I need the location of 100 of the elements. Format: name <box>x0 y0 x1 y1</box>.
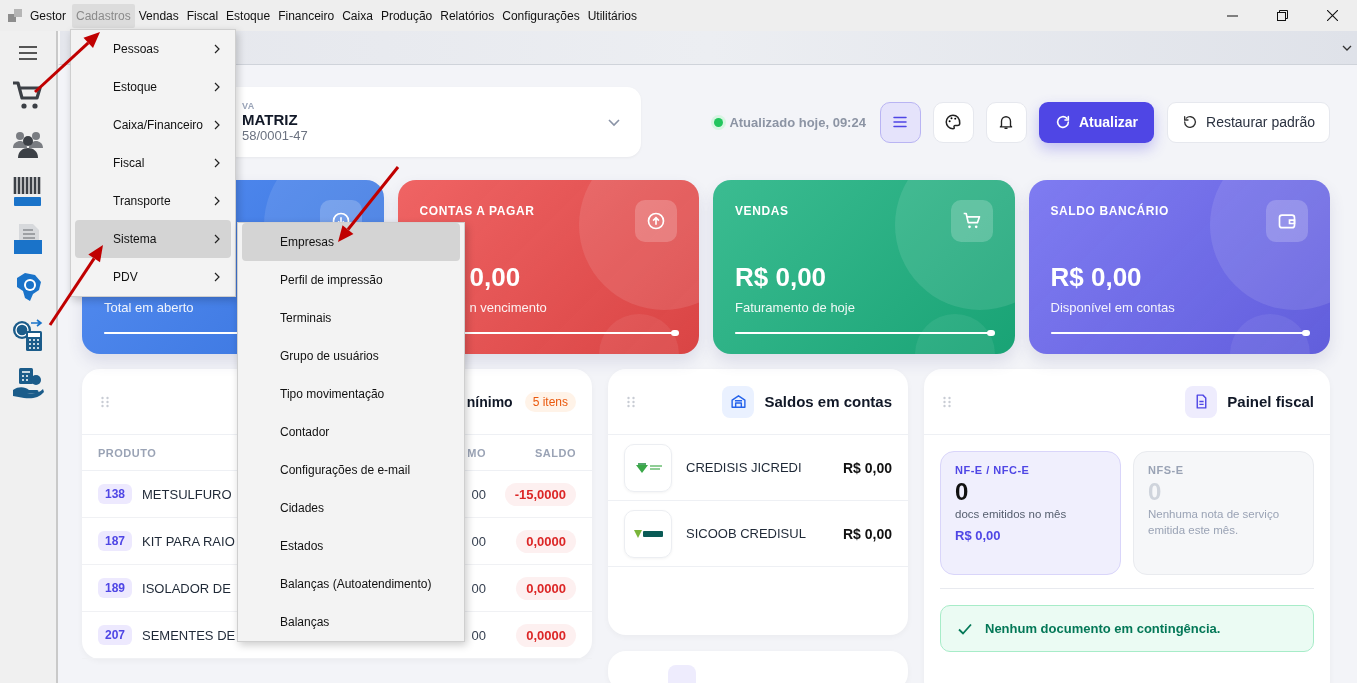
menu-item[interactable]: Perfil de impressão <box>242 261 460 299</box>
undo-icon <box>1182 114 1199 130</box>
product-name: SEMENTES DE <box>142 627 236 643</box>
product-name: KIT PARA RAIO <box>142 533 235 549</box>
update-status: Atualizado hoje, 09:24 <box>729 114 866 130</box>
account-name: SICOOB CREDISUL <box>686 526 807 541</box>
chevron-right-icon <box>213 82 221 92</box>
annotation-arrow <box>34 32 100 94</box>
hand-calculator-icon[interactable] <box>11 366 45 400</box>
product-name: ISOLADOR DE <box>142 580 231 596</box>
menu-item[interactable]: Fiscal <box>182 3 223 28</box>
refresh-icon <box>1054 114 1071 130</box>
account-name: CREDISIS JICREDI <box>686 460 803 475</box>
menu-item[interactable]: Configurações <box>498 3 584 28</box>
menu-item[interactable]: Empresas <box>242 223 460 261</box>
reset-button[interactable]: Restaurar padrão <box>1167 101 1330 143</box>
app-logo-icon <box>8 7 24 24</box>
chevron-right-icon <box>213 234 221 244</box>
menu-item[interactable]: Balanças <box>242 603 460 641</box>
count-badge: 5 itens <box>524 391 576 412</box>
menu-item[interactable]: Utilitários <box>583 3 641 28</box>
minimum-value: 00 <box>471 580 486 596</box>
tile-caption: Nenhuma nota de serviço emitida este mês. <box>1148 507 1281 538</box>
tile-caption: docs emitidos no mês <box>955 507 1068 522</box>
menu-item[interactable]: Estoque <box>222 3 275 28</box>
bell-button[interactable] <box>985 101 1027 143</box>
minimum-value: 00 <box>471 627 486 643</box>
balance-value: 0,0000 <box>516 529 576 553</box>
card-subtitle: Disponível em contas <box>1050 300 1175 315</box>
palette-button[interactable] <box>932 101 974 143</box>
company-name: MATRIZ <box>242 111 299 128</box>
company-cnpj: 58/0001-47 <box>242 128 309 143</box>
menu-item[interactable]: Caixa <box>338 3 377 28</box>
card-title: CONTAS A PAGAR <box>419 204 535 218</box>
drag-handle-icon[interactable] <box>942 395 952 408</box>
menu-icon[interactable] <box>18 44 38 62</box>
chevron-right-icon <box>213 196 221 206</box>
menu-item[interactable]: Produção <box>376 3 437 28</box>
menu-item[interactable]: Pessoas <box>75 30 231 68</box>
minimum-value: 00 <box>471 533 486 549</box>
drag-handle-icon[interactable] <box>626 395 636 408</box>
card-subtitle: n vencimento <box>469 300 547 315</box>
menu-item[interactable]: Cidades <box>242 489 460 527</box>
palette-icon <box>944 113 963 131</box>
card-value: R$ 0,00 <box>1050 262 1142 292</box>
menu-item[interactable]: Sistema <box>75 220 231 258</box>
menu-item[interactable]: Transporte <box>75 182 231 220</box>
product-code: 189 <box>98 578 133 598</box>
menu-item[interactable]: Relatórios <box>436 3 499 28</box>
document-icon[interactable] <box>11 222 45 256</box>
cart-badge <box>950 200 993 242</box>
menu-item[interactable]: Balanças (Autoatendimento) <box>242 565 460 603</box>
balance-value: 0,0000 <box>516 623 576 647</box>
card-value: R$ 0,00 <box>735 262 827 292</box>
bank-icon <box>722 385 755 418</box>
tile-amount: R$ 0,00 <box>955 528 1002 543</box>
status-dot <box>714 117 724 127</box>
notice-text: Nenhum documento em contingência. <box>985 621 1221 636</box>
card-title: VENDAS <box>735 204 789 218</box>
card-title: SALDO BANCÁRIO <box>1050 204 1169 218</box>
column-header: SALDO <box>535 446 576 459</box>
bank-logo <box>624 443 672 492</box>
card-value: 0,00 <box>469 262 521 292</box>
product-code: 207 <box>98 625 133 645</box>
chevron-right-icon <box>213 120 221 130</box>
menu-button[interactable] <box>879 101 921 143</box>
menu-item[interactable]: Terminais <box>242 299 460 337</box>
wallet-badge <box>1266 200 1308 242</box>
card-subtitle: Total em aberto <box>104 300 194 315</box>
menu-item[interactable]: Estados <box>242 527 460 565</box>
coin-calculator-icon[interactable] <box>11 318 45 352</box>
drag-handle-icon[interactable] <box>100 395 110 408</box>
menu-item[interactable]: Grupo de usuários <box>242 337 460 375</box>
product-code: 187 <box>98 531 133 551</box>
restore-icon[interactable] <box>1276 10 1288 21</box>
bank-logo <box>624 509 672 558</box>
company-label: VA <box>242 101 256 111</box>
menu-item[interactable]: Vendas <box>134 3 183 28</box>
panel-title: Painel fiscal <box>1227 393 1314 410</box>
panel-title: nínimo <box>466 393 513 410</box>
menu-item[interactable]: Tipo movimentação <box>242 375 460 413</box>
balance-value: -15,0000 <box>504 482 576 506</box>
account-balance: R$ 0,00 <box>842 525 892 542</box>
product-name: METSULFURO <box>142 486 232 502</box>
menu-item[interactable]: Contador <box>242 413 460 451</box>
document-icon <box>1185 385 1218 418</box>
menu-item[interactable]: Configurações de e-mail <box>242 451 460 489</box>
account-balance: R$ 0,00 <box>842 459 892 476</box>
menu-item[interactable]: Financeiro <box>274 3 339 28</box>
close-icon[interactable] <box>1326 10 1338 21</box>
cart-icon[interactable] <box>11 78 45 112</box>
balance-value: 0,0000 <box>516 576 576 600</box>
app-title: Gestor <box>30 8 66 23</box>
refresh-button[interactable]: Atualizar <box>1038 101 1155 143</box>
tile-count: 0 <box>955 478 970 506</box>
product-code: 138 <box>98 484 133 504</box>
card-subtitle: Faturamento de hoje <box>735 300 855 315</box>
tile-label: NF-E / NFC-E <box>955 464 1031 476</box>
menu-item[interactable]: PDV <box>75 258 231 296</box>
arrow-up-circle-badge <box>635 200 677 242</box>
